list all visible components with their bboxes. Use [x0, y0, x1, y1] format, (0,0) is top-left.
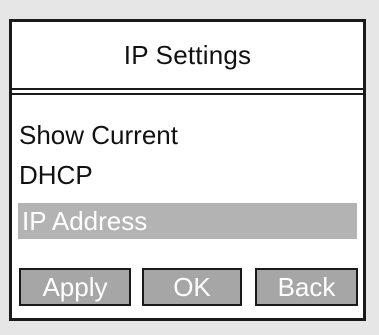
- ok-button[interactable]: OK: [142, 268, 242, 306]
- back-button[interactable]: Back: [255, 268, 358, 306]
- settings-menu: Show Current DHCP IP Address: [12, 115, 363, 239]
- screen-title: IP Settings: [123, 39, 252, 70]
- title-bar: IP Settings: [12, 22, 363, 95]
- lcd-screen: IP Settings Show Current DHCP IP Address…: [9, 19, 366, 321]
- menu-item-dhcp[interactable]: DHCP: [12, 155, 363, 195]
- softkey-bar: Apply OK Back: [12, 268, 363, 306]
- menu-item-ip-address[interactable]: IP Address: [18, 203, 357, 239]
- apply-button[interactable]: Apply: [19, 268, 131, 306]
- phone-display-frame: IP Settings Show Current DHCP IP Address…: [0, 0, 379, 335]
- menu-item-show-current[interactable]: Show Current: [12, 115, 363, 155]
